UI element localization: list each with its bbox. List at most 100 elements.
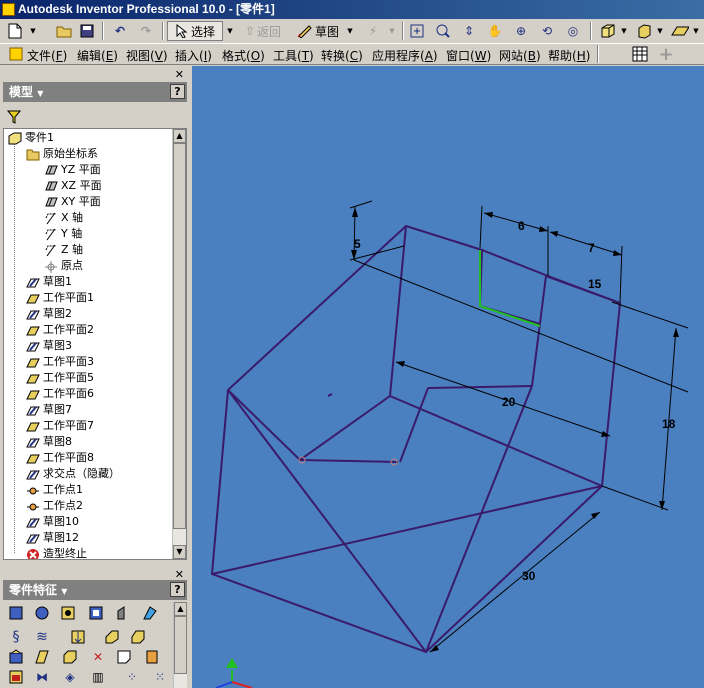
menu-view[interactable]: 视图(V)	[126, 47, 168, 64]
menu-edit[interactable]: 编辑(E)	[77, 47, 118, 64]
tree-item[interactable]: XZ 平面	[44, 178, 102, 194]
tree-item[interactable]: X 轴	[44, 210, 83, 226]
wireframe-model[interactable]: 5 6 7 15 20 18 30	[192, 66, 704, 688]
tree-item[interactable]: 零件1	[8, 130, 54, 146]
revolve-button[interactable]	[33, 604, 51, 622]
emboss-button[interactable]	[61, 648, 79, 666]
tree-item[interactable]: 草图8	[26, 434, 72, 450]
scroll-thumb[interactable]	[174, 616, 187, 674]
dimension-value[interactable]: 18	[662, 417, 676, 431]
shell-button[interactable]	[87, 604, 105, 622]
open-button[interactable]	[54, 21, 74, 41]
split-button[interactable]	[33, 648, 51, 666]
ground-shadow-button[interactable]	[669, 21, 691, 41]
display-dropdown-button[interactable]: ▼	[619, 21, 629, 41]
grounded-point-button[interactable]: ⁙	[151, 668, 169, 686]
look-at-button[interactable]: ◎	[563, 21, 583, 41]
mirror-button[interactable]: ⧓	[33, 668, 51, 686]
tree-item[interactable]: 造型终止	[26, 546, 87, 559]
graphics-window[interactable]: 5 6 7 15 20 18 30	[192, 66, 704, 688]
tree-item[interactable]: 工作平面6	[26, 386, 94, 402]
tree-item[interactable]: 求交点（隐藏）	[26, 466, 120, 482]
dimension-value[interactable]: 20	[502, 395, 516, 409]
ground-dropdown-button[interactable]: ▼	[691, 21, 701, 41]
tree-item[interactable]: XY 平面	[44, 194, 101, 210]
thread-button[interactable]	[69, 628, 87, 646]
menu-format[interactable]: 格式(O)	[222, 47, 265, 64]
tree-item[interactable]: Y 轴	[44, 226, 82, 242]
redo-button[interactable]: ↷	[136, 21, 156, 41]
update-button[interactable]: ⚡	[362, 21, 384, 41]
dimension-value[interactable]: 30	[522, 569, 536, 583]
return-button[interactable]: ⇧ 返回	[240, 21, 286, 41]
zoom-button[interactable]: ⇕	[459, 21, 479, 41]
camera-dropdown-button[interactable]: ▼	[655, 21, 665, 41]
tree-item[interactable]: 草图10	[26, 514, 79, 530]
dimension-value[interactable]: 5	[354, 237, 361, 251]
tree-item[interactable]: 草图12	[26, 530, 79, 546]
tree-item[interactable]: YZ 平面	[44, 162, 101, 178]
tree-item[interactable]: Z 轴	[44, 242, 83, 258]
circular-pattern-button[interactable]: ◈	[61, 668, 79, 686]
tree-item[interactable]: 草图1	[26, 274, 72, 290]
loft-button[interactable]	[141, 604, 159, 622]
derived-component-button[interactable]	[7, 668, 25, 686]
zoom-selected-button[interactable]: ⊕	[511, 21, 531, 41]
tree-scrollbar[interactable]: ▲ ▼	[172, 129, 186, 559]
menu-window[interactable]: 窗口(W)	[446, 47, 491, 64]
dimension-value[interactable]: 15	[588, 277, 602, 291]
features-panel-header[interactable]: 零件特征 ▼ ?	[3, 580, 187, 600]
new-dropdown-button[interactable]: ▼	[26, 21, 40, 41]
decal-button[interactable]	[115, 648, 133, 666]
fillet-button[interactable]	[103, 628, 121, 646]
tree-item[interactable]: 工作平面1	[26, 290, 94, 306]
update-dropdown-button[interactable]: ▼	[386, 21, 398, 41]
menu-insert[interactable]: 插入(I)	[175, 47, 212, 64]
scroll-up-button[interactable]: ▲	[173, 129, 186, 143]
rectangular-pattern-button[interactable]	[143, 648, 161, 666]
tree-item[interactable]: 草图7	[26, 402, 72, 418]
tree-item[interactable]: 草图3	[26, 338, 72, 354]
tree-item[interactable]: 工作点1	[26, 482, 83, 498]
tree-item[interactable]: 工作平面3	[26, 354, 94, 370]
chamfer-button[interactable]	[129, 628, 147, 646]
tree-item[interactable]: 工作平面8	[26, 450, 94, 466]
camera-view-button[interactable]	[633, 21, 655, 41]
sketch-button[interactable]: 草图	[292, 21, 344, 41]
face-draft-button[interactable]	[7, 648, 25, 666]
tree-item[interactable]: 工作平面5	[26, 370, 94, 386]
select-button[interactable]: 选择	[167, 21, 223, 41]
new-file-button[interactable]	[4, 21, 26, 41]
tree-item[interactable]: 工作平面7	[26, 418, 94, 434]
tree-item[interactable]: 草图2	[26, 306, 72, 322]
scroll-down-button[interactable]: ▼	[173, 545, 186, 559]
display-mode-button[interactable]	[597, 21, 619, 41]
iparts-button[interactable]: ▥	[89, 668, 107, 686]
tree-item[interactable]: 工作点2	[26, 498, 83, 514]
menu-applications[interactable]: 应用程序(A)	[372, 47, 438, 64]
help-button[interactable]: ?	[170, 582, 185, 597]
dimension-value[interactable]: 7	[588, 241, 595, 255]
add-button[interactable]: +	[656, 44, 676, 65]
scroll-up-button[interactable]: ▲	[174, 602, 187, 616]
select-dropdown-button[interactable]: ▼	[224, 21, 236, 41]
close-icon[interactable]: ✕	[175, 68, 184, 81]
menu-convert[interactable]: 转换(C)	[321, 47, 363, 64]
sketch-dropdown-button[interactable]: ▼	[344, 21, 356, 41]
tree-item[interactable]: 原始坐标系	[26, 146, 98, 162]
extrude-button[interactable]	[7, 604, 25, 622]
coil-button[interactable]: ≋	[33, 628, 51, 646]
menu-tools[interactable]: 工具(T)	[273, 47, 314, 64]
filter-icon[interactable]	[6, 110, 22, 127]
menu-help[interactable]: 帮助(H)	[548, 47, 590, 64]
hole-button[interactable]	[59, 604, 77, 622]
dimension-value[interactable]: 6	[518, 219, 525, 233]
menu-file[interactable]: 文件(F)	[27, 47, 67, 64]
rib-button[interactable]	[115, 604, 133, 622]
tree-item[interactable]: 原点	[44, 258, 83, 274]
menu-web[interactable]: 网站(B)	[499, 47, 541, 64]
features-scrollbar[interactable]: ▲	[173, 602, 187, 688]
work-point-tool-button[interactable]: ⁘	[123, 668, 141, 686]
model-panel-header[interactable]: 模型 ▼ ?	[3, 82, 187, 102]
help-button[interactable]: ?	[170, 84, 185, 99]
